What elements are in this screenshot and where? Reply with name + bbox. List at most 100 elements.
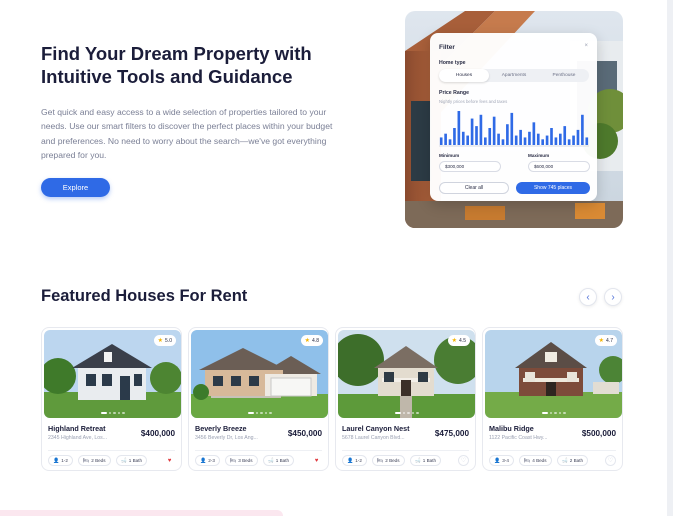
property-card-beverly-breeze[interactable]: ★ 4.8 Beverly Breeze 3456 Beverly Dr, Los… — [188, 327, 329, 471]
baths-chip: 🛁 1 Bath — [115, 455, 148, 466]
histogram-bar — [444, 133, 447, 145]
guests-value: 1-2 — [61, 458, 68, 463]
home-type-option-apartments[interactable]: Apartments — [489, 69, 539, 82]
histogram-bar — [461, 131, 465, 145]
beds-chip: 🛏 2 Beds — [77, 455, 111, 466]
property-card-malibu-ridge[interactable]: ★ 4.7 Malibu Ridge 1122 Pacific Coast Hwy… — [482, 327, 623, 471]
photo-pager-dots[interactable] — [247, 411, 272, 414]
star-icon: ★ — [451, 338, 458, 344]
guests-icon: 👤 — [200, 457, 207, 464]
guests-value: 2-3 — [208, 458, 215, 463]
price-range-label: Price Range — [439, 90, 469, 96]
histogram-bar — [439, 137, 443, 145]
rating-badge: ★ 5.0 — [153, 335, 176, 346]
guests-chip: 👤 1-2 — [48, 455, 73, 466]
rating-value: 5.0 — [165, 337, 172, 344]
favorite-heart-icon[interactable]: ♥ — [164, 455, 175, 466]
amenity-chips: 👤 1-2 🛏 2 Beds 🛁 1 Bath — [48, 455, 148, 466]
property-card-laurel-canyon-nest[interactable]: ★ 4.5 Laurel Canyon Nest 5678 Laurel Cany… — [335, 327, 476, 471]
histogram-bar — [506, 124, 509, 145]
bath-icon: 🛁 — [414, 457, 421, 464]
bath-icon: 🛁 — [267, 457, 274, 464]
star-icon: ★ — [157, 338, 164, 344]
home-type-option-houses[interactable]: Houses — [439, 69, 489, 82]
guests-icon: 👤 — [53, 457, 60, 464]
baths-value: 1 Bath — [275, 458, 290, 463]
histogram-bar — [466, 135, 469, 145]
beds-chip: 🛏 2 Beds — [371, 455, 405, 466]
property-card-highland-retreat[interactable]: ★ 5.0 Highland Retreat 2345 Highland Ave,… — [41, 327, 182, 471]
carousel-next-button[interactable]: › — [604, 288, 622, 306]
beds-chip: 🛏 4 Beds — [518, 455, 552, 466]
minimum-price-input[interactable]: $300,000 — [439, 161, 501, 172]
price-range-hint: Nightly prices before fees and taxes — [439, 99, 508, 104]
photo-pager-dots[interactable] — [394, 411, 419, 414]
property-photo[interactable]: ★ 4.7 — [485, 330, 622, 418]
next-section-edge — [0, 510, 283, 516]
bed-icon: 🛏 — [376, 457, 384, 464]
histogram-bar — [453, 128, 456, 145]
card-divider — [195, 450, 322, 451]
histogram-bar — [572, 135, 575, 145]
property-photo[interactable]: ★ 4.8 — [191, 330, 328, 418]
baths-value: 1 Bath — [422, 458, 437, 463]
star-icon: ★ — [304, 338, 311, 344]
property-price: $450,000 — [287, 429, 322, 438]
hero-description: Get quick and easy access to a wide sele… — [41, 107, 333, 161]
histogram-bar — [523, 137, 527, 145]
explore-button[interactable]: Explore — [41, 178, 110, 197]
bath-icon: 🛁 — [561, 457, 568, 464]
guests-chip: 👤 3-4 — [489, 455, 514, 466]
chevron-left-icon: ‹ — [586, 291, 590, 303]
property-photo[interactable]: ★ 4.5 — [338, 330, 475, 418]
photo-pager-dots[interactable] — [100, 411, 125, 414]
maximum-price-input[interactable]: $600,000 — [528, 161, 590, 172]
histogram-bar — [488, 128, 492, 145]
show-places-button[interactable]: Show 745 places — [516, 182, 590, 194]
filter-panel: Filter × Home type Houses Apartments Pen… — [430, 33, 597, 201]
price-histogram[interactable] — [439, 107, 589, 149]
histogram-bar — [475, 126, 478, 145]
rating-badge: ★ 4.5 — [447, 335, 470, 346]
property-name[interactable]: Beverly Breeze — [195, 424, 247, 433]
histogram-bar — [519, 129, 522, 145]
histogram-bar — [563, 126, 567, 145]
rating-value: 4.7 — [606, 337, 613, 344]
property-name[interactable]: Laurel Canyon Nest — [342, 424, 410, 433]
minimum-label: Minimum — [439, 153, 460, 158]
histogram-bar — [528, 131, 531, 145]
histogram-bar — [576, 129, 580, 145]
carousel-prev-button[interactable]: ‹ — [579, 288, 597, 306]
histogram-bar — [492, 116, 496, 145]
photo-pager-dots[interactable] — [541, 411, 566, 414]
histogram-bar — [567, 139, 571, 145]
bed-icon: 🛏 — [82, 457, 90, 464]
bed-icon: 🛏 — [229, 457, 237, 464]
favorite-heart-icon[interactable]: ♡ — [458, 455, 469, 466]
property-name[interactable]: Highland Retreat — [48, 424, 106, 433]
property-address: 5678 Laurel Canyon Blvd... — [342, 435, 405, 441]
property-price: $475,000 — [434, 429, 469, 438]
clear-all-button[interactable]: Clear all — [439, 182, 509, 194]
favorite-heart-icon[interactable]: ♥ — [311, 455, 322, 466]
histogram-bar — [457, 111, 461, 145]
guests-chip: 👤 2-3 — [195, 455, 220, 466]
bath-icon: 🛁 — [120, 457, 127, 464]
favorite-heart-icon[interactable]: ♡ — [605, 455, 616, 466]
beds-chip: 🛏 3 Beds — [224, 455, 258, 466]
histogram-bar — [470, 118, 474, 145]
property-photo[interactable]: ★ 5.0 — [44, 330, 181, 418]
close-icon[interactable]: × — [584, 43, 588, 49]
property-name[interactable]: Malibu Ridge — [489, 424, 534, 433]
home-type-option-penthouse[interactable]: Penthouse — [539, 69, 589, 82]
page-scrollbar[interactable] — [667, 0, 673, 516]
histogram-bar — [497, 133, 500, 145]
histogram-bar — [554, 137, 558, 145]
property-price: $500,000 — [581, 429, 616, 438]
histogram-bar — [484, 137, 487, 145]
filter-title: Filter — [439, 44, 455, 51]
home-type-segmented-control: Houses Apartments Penthouse — [439, 69, 589, 82]
card-divider — [342, 450, 469, 451]
histogram-bar — [545, 135, 549, 145]
beds-value: 3 Beds — [238, 458, 253, 463]
